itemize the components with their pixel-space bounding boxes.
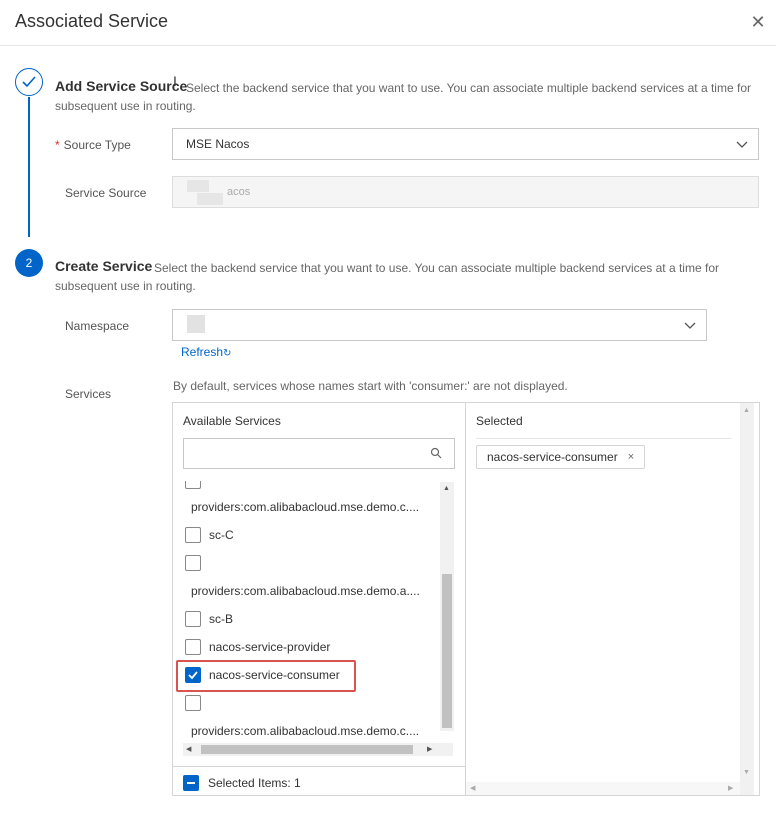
checkbox[interactable] [185, 555, 201, 571]
checkbox[interactable] [185, 527, 201, 543]
step2-description-line2: subsequent use in routing. [55, 279, 196, 293]
text-cursor-icon: I [173, 73, 177, 89]
redacted-block [197, 193, 223, 205]
chevron-down-icon [736, 141, 748, 148]
redacted-block [187, 315, 205, 333]
scrollbar-thumb[interactable] [201, 745, 413, 754]
list-item-label: providers:com.alibabacloud.mse.demo.c...… [191, 500, 420, 514]
services-hint: By default, services whose names start w… [173, 379, 568, 393]
scroll-right-icon[interactable]: ▶ [427, 746, 432, 754]
vertical-scrollbar[interactable]: ▲ [440, 482, 454, 731]
list-item-label: providers:com.alibabacloud.mse.demo.a...… [191, 584, 420, 598]
list-item[interactable] [183, 553, 201, 573]
list-item[interactable]: nacos-service-provider [183, 637, 330, 657]
service-source-value: acos [227, 186, 251, 198]
source-type-label: * Source Type [55, 138, 131, 152]
selected-tag: nacos-service-consumer × [476, 445, 646, 469]
checkbox[interactable] [185, 481, 201, 489]
step1-check-icon [15, 68, 43, 96]
dialog-header: Associated Service ✕ [0, 0, 776, 46]
list-item[interactable]: sc-B [183, 609, 233, 629]
redacted-block [187, 180, 209, 192]
available-services-title: Available Services [183, 414, 281, 428]
selected-count: Selected Items: 1 [208, 776, 301, 790]
search-input[interactable] [183, 438, 455, 469]
list-item[interactable] [183, 693, 201, 713]
scroll-up-icon[interactable]: ▲ [443, 485, 450, 493]
search-field[interactable] [190, 439, 420, 467]
list-item-label: sc-B [209, 612, 233, 626]
step1-description-line2: subsequent use in routing. [55, 99, 196, 113]
refresh-link[interactable]: Refresh↻ [181, 345, 231, 359]
scroll-left-icon[interactable]: ◀ [186, 746, 191, 754]
chevron-down-icon [684, 322, 696, 329]
scroll-left-icon[interactable]: ◀ [470, 785, 475, 793]
dialog-title: Associated Service [15, 11, 169, 31]
search-icon [430, 447, 442, 459]
namespace-select[interactable] [172, 309, 707, 341]
service-source-input: acos [172, 176, 759, 208]
scroll-right-icon[interactable]: ▶ [728, 785, 733, 793]
list-item-label: providers:com.alibabacloud.mse.demo.c...… [191, 724, 420, 738]
remove-tag-icon[interactable]: × [628, 451, 634, 463]
highlight-box [176, 660, 356, 692]
source-type-select[interactable]: MSE Nacos [172, 128, 759, 160]
close-icon[interactable]: ✕ [750, 13, 766, 31]
selected-services-panel: Selected nacos-service-consumer × ▲ ▼ ◀ … [466, 403, 759, 795]
list-item-label: nacos-service-provider [209, 640, 331, 654]
checkbox[interactable] [185, 611, 201, 627]
select-all-checkbox[interactable] [183, 775, 199, 791]
step2-title: Create Service [55, 258, 153, 274]
step1-title: Add Service Source [55, 78, 188, 94]
selected-tag-label: nacos-service-consumer [487, 450, 618, 464]
namespace-label: Namespace [65, 319, 130, 333]
available-services-panel: Available Services providers:com.alibaba… [173, 403, 466, 795]
services-label: Services [65, 387, 112, 401]
list-item[interactable]: sc-C [183, 525, 234, 545]
step1-description-line1: Select the backend service that you want… [186, 81, 751, 95]
scrollbar-thumb[interactable] [442, 574, 452, 728]
transfer-footer: Selected Items: 1 [173, 766, 466, 795]
selected-title: Selected [476, 414, 523, 428]
checkbox[interactable] [185, 639, 201, 655]
horizontal-scrollbar[interactable]: ◀ ▶ [466, 782, 740, 795]
horizontal-scrollbar[interactable]: ◀ ▶ [183, 743, 453, 756]
source-type-value: MSE Nacos [186, 137, 250, 151]
list-item-label: sc-C [209, 528, 234, 542]
service-source-label: Service Source [65, 186, 147, 200]
scroll-down-icon[interactable]: ▼ [743, 769, 750, 777]
service-transfer: Available Services providers:com.alibaba… [172, 402, 760, 796]
divider [476, 438, 731, 439]
scroll-up-icon[interactable]: ▲ [743, 407, 750, 415]
list-item[interactable] [183, 475, 201, 495]
step-connector-line [28, 97, 30, 237]
vertical-scrollbar[interactable]: ▲ ▼ [740, 403, 754, 795]
step2-number-badge: 2 [15, 249, 43, 277]
refresh-icon: ↻ [223, 348, 232, 359]
step2-description-line1: Select the backend service that you want… [154, 261, 719, 275]
checkbox[interactable] [185, 695, 201, 711]
